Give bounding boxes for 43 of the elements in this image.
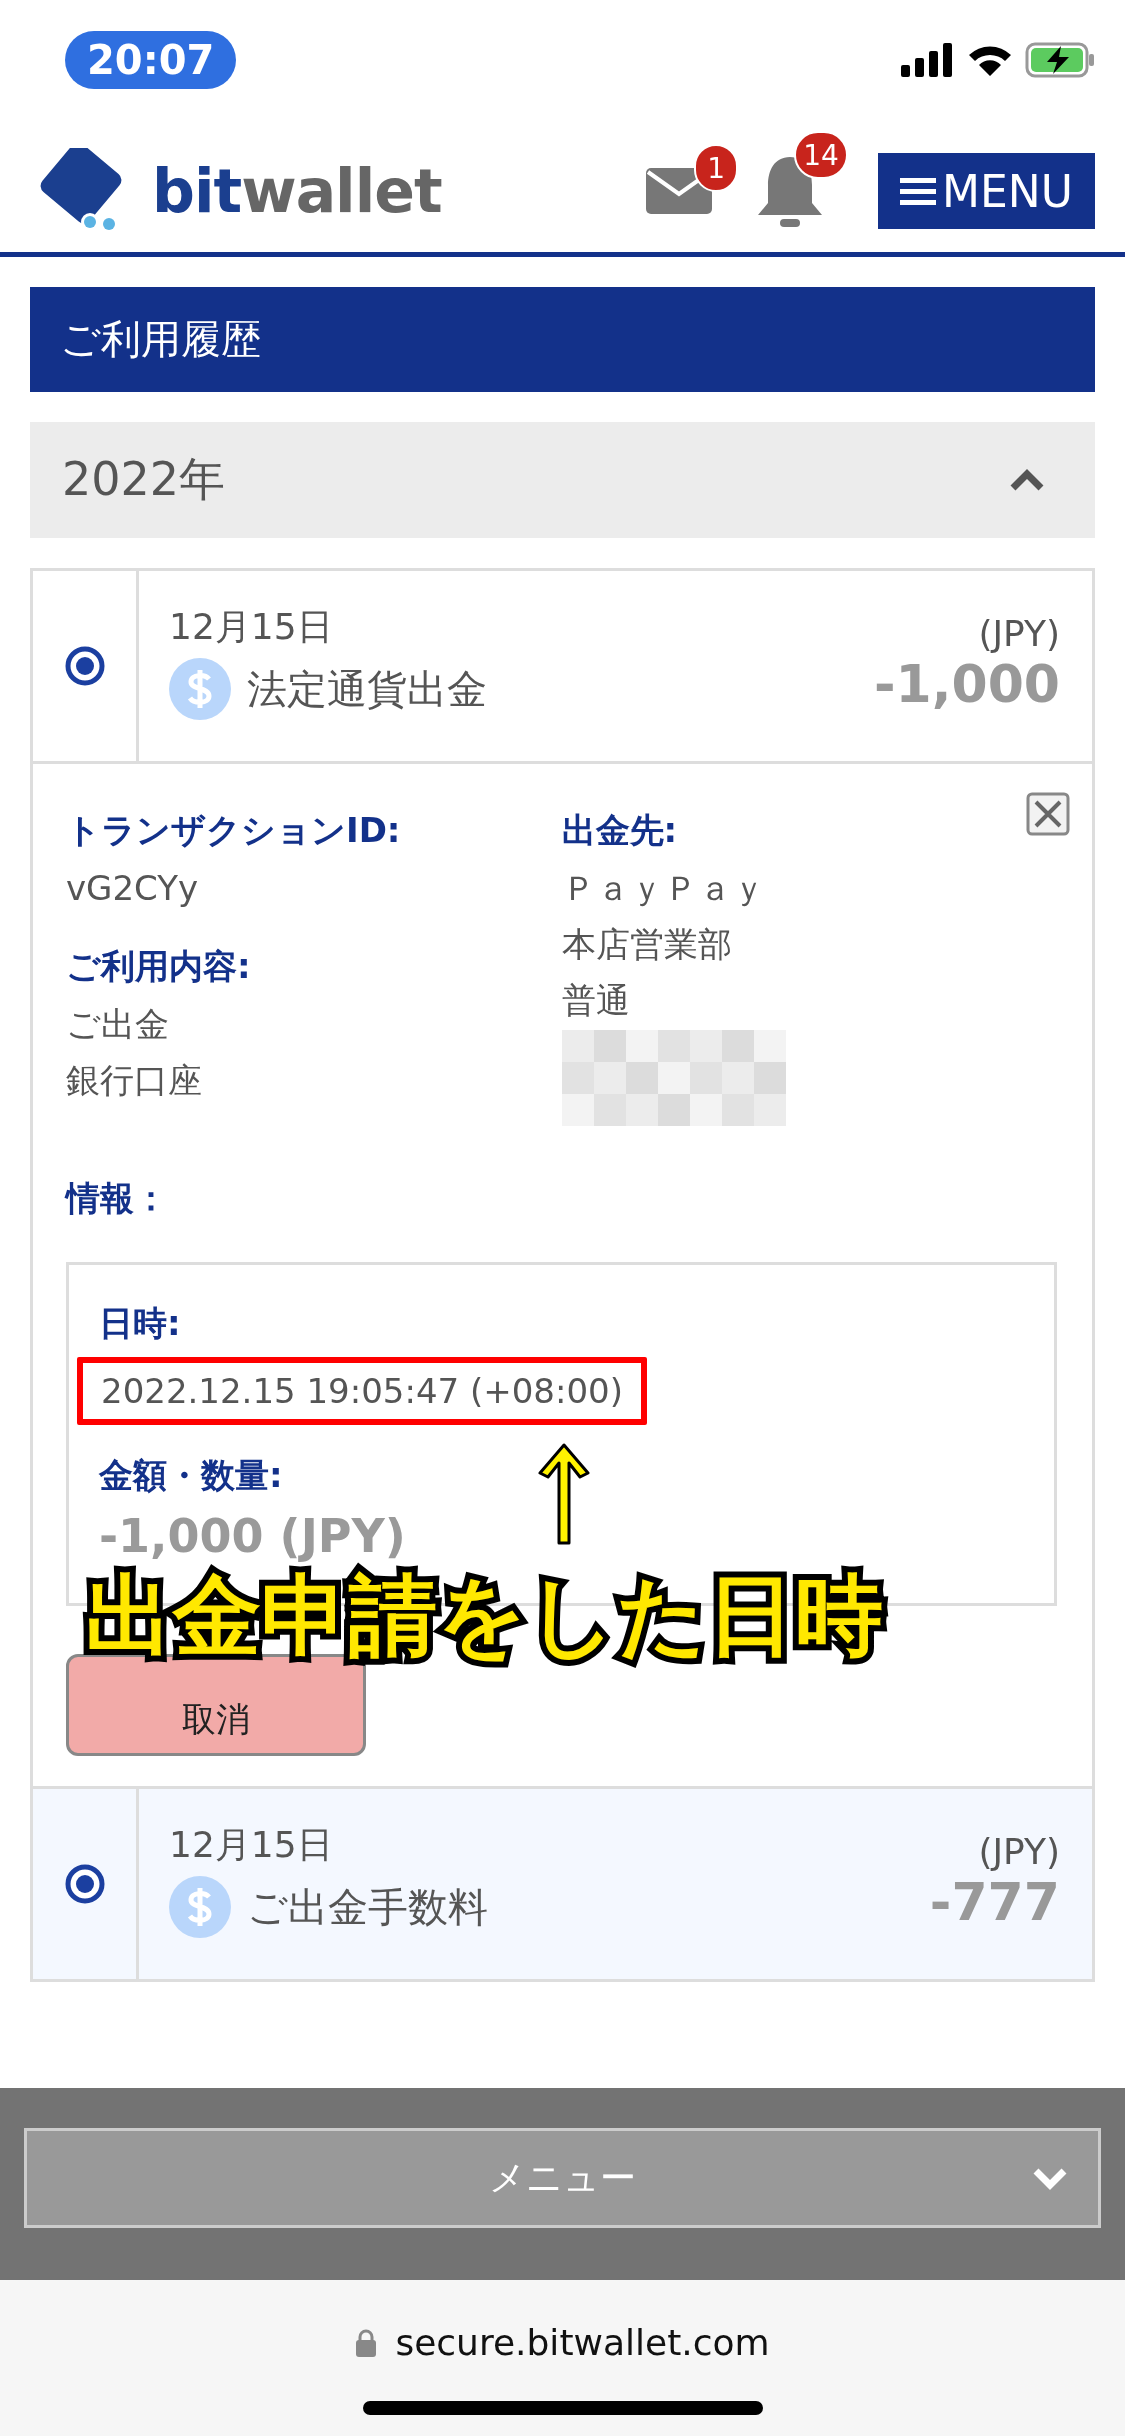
mail-badge: 1 — [694, 144, 739, 192]
field-value: -1,000 (JPY) — [99, 1509, 406, 1563]
status-time: 20:07 — [65, 31, 237, 89]
currency-label: (JPY) — [978, 613, 1060, 654]
transaction-amount: -1,000 — [873, 654, 1060, 714]
bell-badge: 14 — [794, 131, 849, 179]
caret-icon — [1009, 468, 1045, 492]
radio-button[interactable] — [63, 645, 106, 687]
field-label: 出金先: — [561, 809, 678, 852]
address-bar[interactable]: secure.bitwallet.com — [355, 2322, 770, 2363]
field-label: トランザクションID: — [66, 809, 401, 852]
field-value: ご出金 — [66, 1003, 169, 1046]
field-label: ご利用内容: — [66, 945, 251, 988]
field-value: 2022.12.15 19:05:47 (+08:00) — [101, 1371, 623, 1411]
field-label: 金額・数量: — [99, 1454, 283, 1497]
transaction-description: 法定通貨出金 — [247, 664, 487, 714]
wifi-icon — [967, 43, 1013, 77]
dollar-coin-icon — [169, 658, 231, 720]
field-label: 日時: — [99, 1302, 181, 1345]
currency-label: (JPY) — [978, 1831, 1060, 1872]
menu-icon — [900, 176, 937, 206]
brand-name: bitwallet — [152, 156, 442, 226]
field-value: vG2CYy — [66, 867, 199, 910]
section-title: ご利用履歴 — [30, 287, 1095, 392]
lock-icon — [355, 2327, 378, 2358]
dollar-coin-icon — [169, 1876, 231, 1938]
field-value: 銀行口座 — [66, 1059, 202, 1102]
transaction-date: 12月15日 — [169, 1823, 334, 1867]
menu-button[interactable]: MENU — [878, 153, 1095, 229]
close-icon[interactable] — [1026, 792, 1070, 836]
transaction-description: ご出金手数料 — [247, 1882, 488, 1932]
field-value: 本店営業部 — [561, 923, 732, 966]
signal-icon — [901, 43, 955, 77]
year-accordion[interactable]: 2022年 — [30, 422, 1095, 538]
radio-button[interactable] — [63, 1863, 106, 1905]
battery-icon — [1025, 42, 1095, 78]
field-label: 情報： — [66, 1177, 168, 1220]
caret-icon — [1032, 2167, 1068, 2191]
field-value: 普通 — [561, 979, 630, 1022]
field-value: ＰａｙＰａｙ — [561, 867, 766, 910]
transaction-amount: -777 — [929, 1872, 1060, 1932]
transaction-row[interactable]: 12月15日 ご出金手数料 (JPY) -777 — [33, 1786, 1092, 1979]
transaction-date: 12月15日 — [169, 605, 334, 649]
